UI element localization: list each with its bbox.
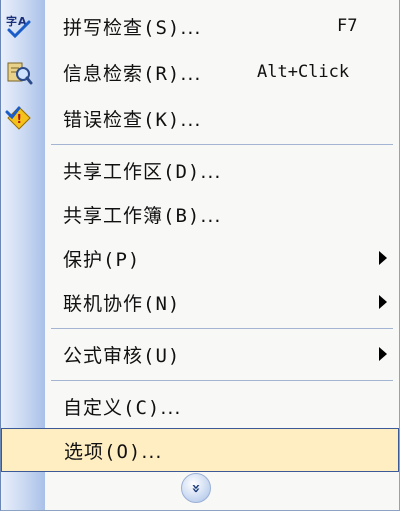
double-chevron-down-icon: »	[187, 483, 206, 493]
menu-separator	[51, 144, 393, 145]
menu-item-shared-workbook[interactable]: 共享工作簿(B)...	[1, 192, 399, 236]
tools-menu: 字A 拼写检查(S)... F7 信息检索(R)... Alt+Click ! …	[0, 0, 400, 511]
menu-separator	[51, 380, 393, 381]
shortcut-label: F7	[337, 16, 358, 36]
menu-item-protection[interactable]: 保护(P)	[1, 236, 399, 280]
submenu-arrow-icon	[379, 295, 387, 309]
menu-item-online-collaboration[interactable]: 联机协作(N)	[1, 280, 399, 324]
submenu-arrow-icon	[379, 251, 387, 265]
menu-item-spelling[interactable]: 字A 拼写检查(S)... F7	[1, 4, 399, 48]
svg-text:!: !	[17, 112, 23, 126]
research-icon	[4, 57, 34, 87]
menu-item-shared-workspace[interactable]: 共享工作区(D)...	[1, 148, 399, 192]
menu-item-options[interactable]: 选项(O)...	[1, 428, 399, 472]
menu-item-customize[interactable]: 自定义(C)...	[1, 384, 399, 428]
spellcheck-icon: 字A	[4, 11, 34, 41]
menu-item-formula-auditing[interactable]: 公式审核(U)	[1, 332, 399, 376]
menu-separator	[51, 328, 393, 329]
menu-item-error-checking[interactable]: ! 错误检查(K)...	[1, 96, 399, 140]
expand-menu-button[interactable]: »	[181, 473, 211, 503]
error-check-icon: !	[4, 103, 34, 133]
submenu-arrow-icon	[379, 347, 387, 361]
menu-item-research[interactable]: 信息检索(R)... Alt+Click	[1, 50, 399, 94]
shortcut-label: Alt+Click	[257, 62, 350, 82]
